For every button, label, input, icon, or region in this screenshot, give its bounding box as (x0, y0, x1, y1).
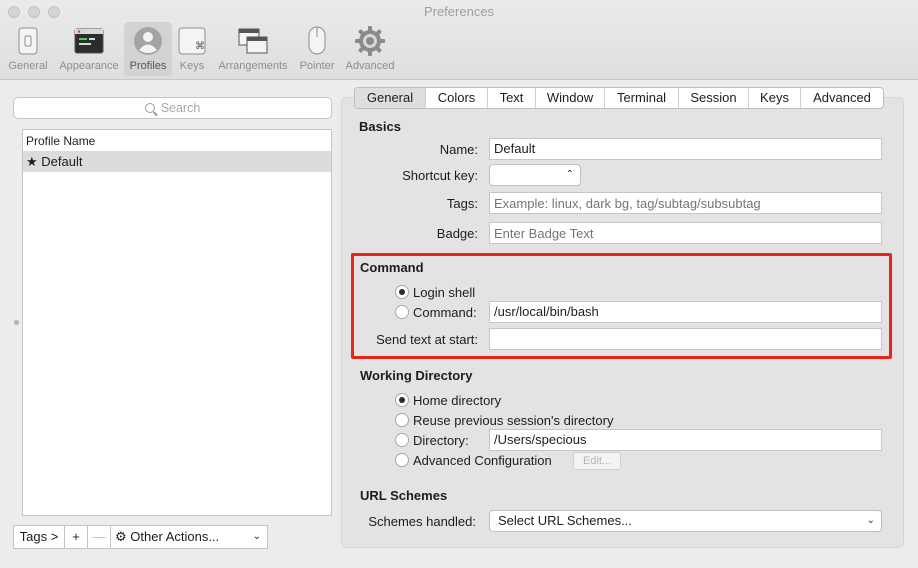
toolbar-keys[interactable]: ⌘ Keys (172, 22, 212, 76)
directory-label[interactable]: Directory: (413, 433, 469, 448)
tab-session[interactable]: Session (679, 88, 749, 108)
toolbar-general[interactable]: General (5, 22, 51, 76)
title-bar: Preferences General Appearance Profiles (0, 0, 918, 80)
appearance-icon (74, 28, 104, 54)
login-shell-radio[interactable] (395, 285, 409, 299)
login-shell-label[interactable]: Login shell (413, 285, 475, 300)
tab-text[interactable]: Text (488, 88, 536, 108)
profile-name-column-header[interactable]: Profile Name (23, 130, 331, 152)
command-radio[interactable] (395, 305, 409, 319)
working-directory-heading: Working Directory (360, 368, 473, 383)
toolbar-arrangements[interactable]: Arrangements (214, 22, 292, 76)
url-schemes-heading: URL Schemes (360, 488, 448, 503)
gear-icon (355, 26, 385, 56)
badge-field[interactable] (489, 222, 882, 244)
advanced-configuration-label[interactable]: Advanced Configuration (413, 453, 552, 468)
add-profile-button[interactable]: + (65, 525, 88, 549)
url-schemes-select[interactable]: Select URL Schemes... ⌄ (489, 510, 882, 532)
home-directory-radio[interactable] (395, 393, 409, 407)
tab-keys[interactable]: Keys (749, 88, 801, 108)
directory-field[interactable]: /Users/specious (489, 429, 882, 451)
name-field[interactable]: Default (489, 138, 882, 160)
search-icon (144, 103, 155, 113)
chevron-down-icon: ⌄ (866, 515, 875, 526)
name-label: Name: (439, 142, 478, 157)
arrangements-icon (238, 28, 268, 54)
toolbar-advanced[interactable]: Advanced (342, 22, 398, 76)
search-placeholder: Search (160, 101, 201, 115)
split-view-handle[interactable] (14, 320, 19, 325)
general-icon (18, 27, 38, 55)
reuse-directory-radio[interactable] (395, 413, 409, 427)
reuse-directory-label[interactable]: Reuse previous session's directory (413, 413, 613, 428)
directory-radio[interactable] (395, 433, 409, 447)
basics-heading: Basics (359, 119, 401, 134)
tab-general[interactable]: General (355, 88, 426, 108)
command-field[interactable]: /usr/local/bin/bash (489, 301, 882, 323)
keys-icon: ⌘ (178, 27, 206, 55)
svg-text:⌘: ⌘ (195, 41, 205, 52)
gear-icon: ⚙ (115, 530, 127, 545)
pointer-icon (308, 26, 326, 55)
send-text-field[interactable] (489, 328, 882, 350)
send-text-label: Send text at start: (376, 332, 478, 347)
chevron-down-icon: ⌄ (252, 531, 261, 542)
home-directory-label[interactable]: Home directory (413, 393, 501, 408)
advanced-configuration-radio[interactable] (395, 453, 409, 467)
tab-advanced[interactable]: Advanced (801, 88, 883, 108)
profile-row-default[interactable]: ★ Default (23, 152, 331, 172)
command-label[interactable]: Command: (413, 305, 477, 320)
url-schemes-value: Select URL Schemes... (498, 513, 632, 528)
tab-window[interactable]: Window (536, 88, 605, 108)
profile-tabs: General Colors Text Window Terminal Sess… (354, 87, 884, 109)
other-actions-label: Other Actions... (130, 529, 220, 544)
tags-toggle-button[interactable]: Tags > (13, 525, 65, 549)
other-actions-menu[interactable]: ⚙ Other Actions... ⌄ (111, 525, 268, 549)
updown-chevron-icon: ⌃ (565, 169, 574, 180)
shortcut-key-label: Shortcut key: (402, 168, 478, 183)
schemes-handled-label: Schemes handled: (368, 514, 476, 529)
tab-colors[interactable]: Colors (426, 88, 488, 108)
toolbar-appearance[interactable]: Appearance (55, 22, 123, 76)
profile-search-input[interactable]: Search (13, 97, 332, 119)
remove-profile-button[interactable]: — (88, 525, 111, 549)
tab-terminal[interactable]: Terminal (605, 88, 679, 108)
shortcut-key-popup[interactable]: ⌃ (489, 164, 581, 186)
toolbar-pointer[interactable]: Pointer (295, 22, 339, 76)
badge-label: Badge: (436, 226, 478, 241)
window-title: Preferences (423, 4, 495, 19)
profile-list[interactable]: Profile Name ★ Default (22, 129, 332, 516)
profiles-icon (134, 27, 162, 55)
command-heading: Command (360, 260, 424, 275)
toolbar-profiles[interactable]: Profiles (124, 22, 172, 76)
edit-advanced-config-button[interactable]: Edit... (573, 452, 621, 470)
tags-field[interactable] (489, 192, 882, 214)
tags-label: Tags: (446, 196, 478, 211)
